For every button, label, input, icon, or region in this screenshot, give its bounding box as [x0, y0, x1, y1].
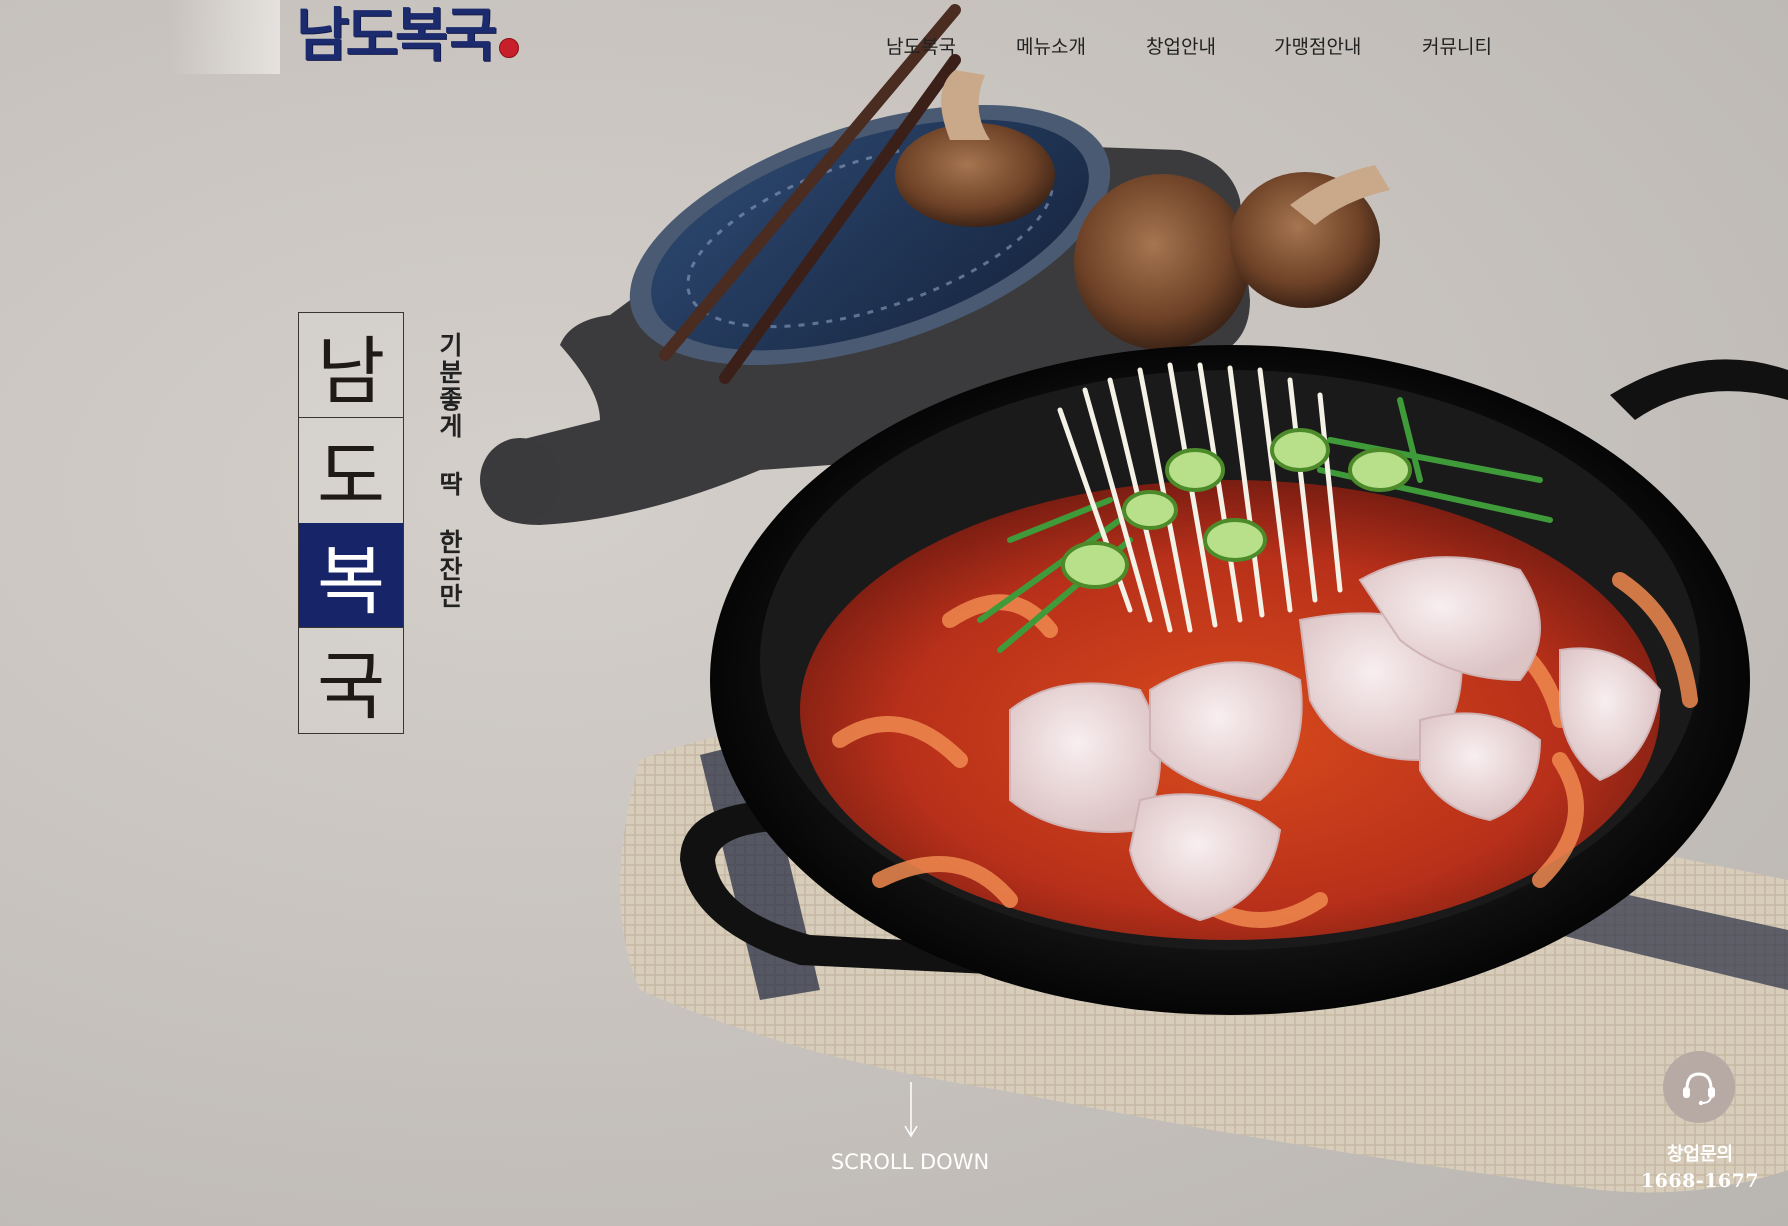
hero-title-char: 국	[316, 643, 386, 730]
contact-phone[interactable]: 1668-1677	[1620, 1170, 1780, 1192]
nav-item-startup[interactable]: 창업안내	[1146, 32, 1216, 59]
hero-title-char: 남	[316, 328, 386, 415]
logo[interactable]: 남도복국	[296, 1, 520, 69]
nav-item-about[interactable]: 남도복국	[886, 32, 956, 59]
hero-title-char-highlight: 복	[299, 523, 403, 627]
scroll-down-link[interactable]: SCROLL DOWN	[780, 1150, 1040, 1174]
hero-food-image	[480, 4, 1788, 1193]
hero-tagline: 기분좋게 딱 한잔만	[435, 332, 464, 610]
seal-icon	[499, 38, 520, 58]
nav-item-menu[interactable]: 메뉴소개	[1016, 32, 1086, 59]
nav-item-community[interactable]: 커뮤니티	[1422, 32, 1492, 59]
headset-icon	[1683, 1072, 1715, 1106]
hero-title-char: 도	[316, 433, 386, 520]
arrow-down-icon	[904, 1082, 918, 1138]
header-background	[170, 0, 280, 74]
nav-item-stores[interactable]: 가맹점안내	[1274, 32, 1361, 59]
hero-stage: 남도복국 남도복국 메뉴소개 창업안내 가맹점안내 커뮤니티 남 도 복 국 기…	[0, 0, 1788, 1226]
contact-label: 창업문의	[1666, 1144, 1734, 1165]
contact-button[interactable]	[1663, 1051, 1735, 1123]
hero-title-box: 남 도 복 국	[298, 312, 404, 734]
logo-text: 남도복국	[296, 1, 497, 69]
